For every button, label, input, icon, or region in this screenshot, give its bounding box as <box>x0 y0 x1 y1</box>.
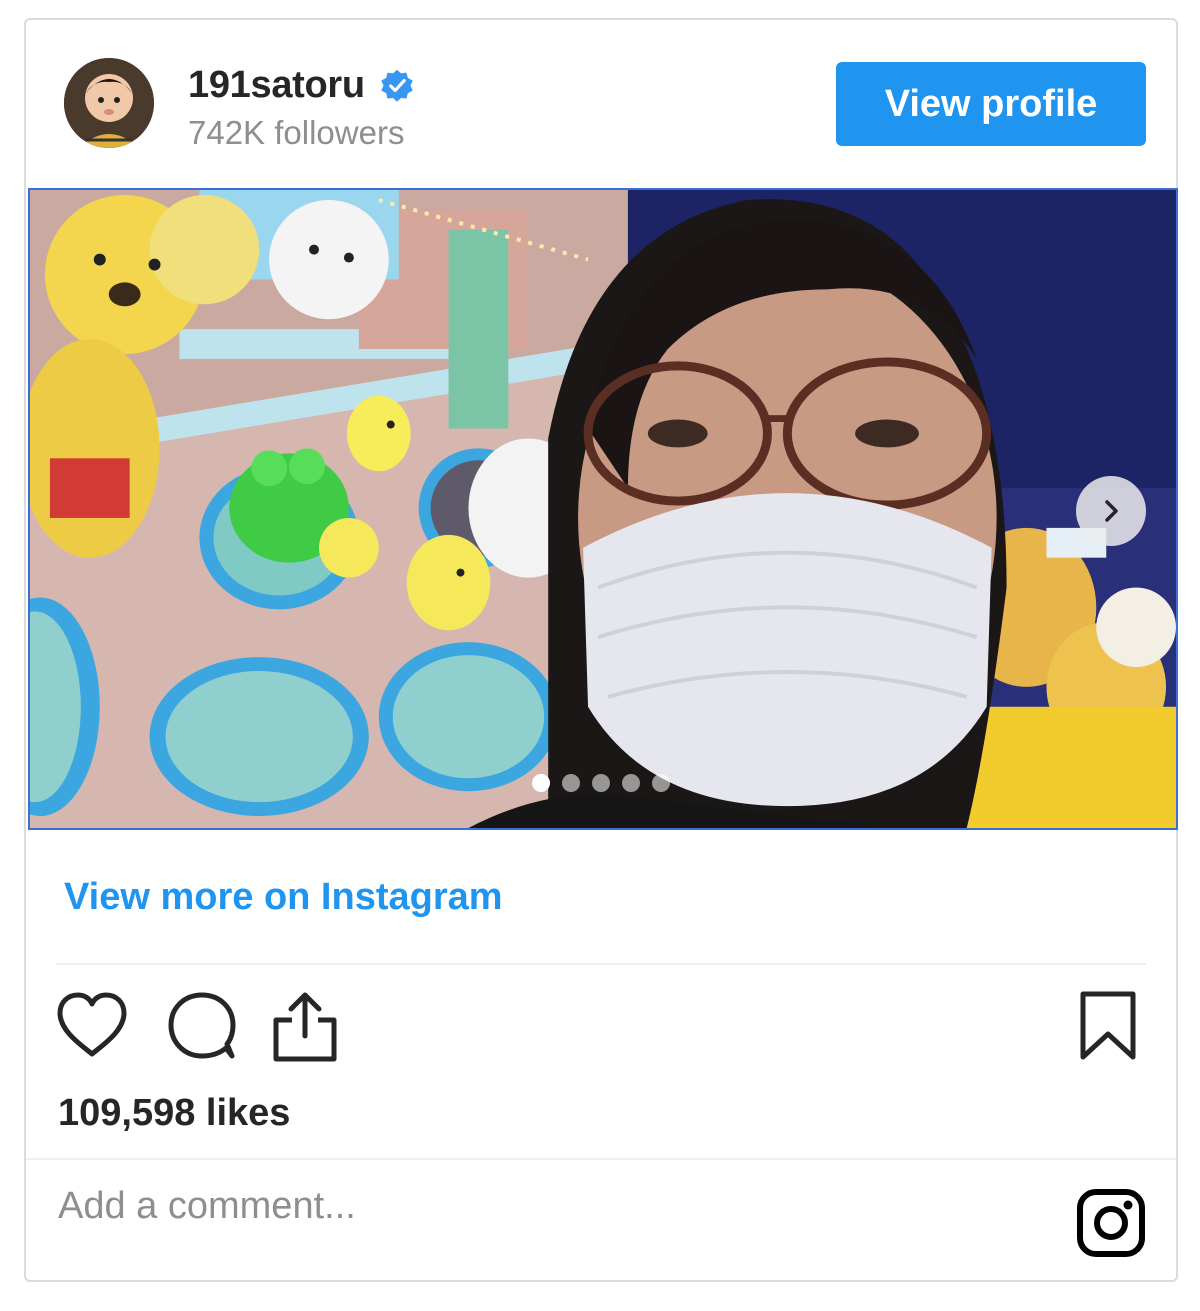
followers-count: 742K followers <box>188 114 405 151</box>
post-media[interactable] <box>28 188 1178 830</box>
action-bar <box>54 990 1146 1070</box>
share-icon[interactable] <box>270 990 340 1064</box>
carousel-dot <box>652 774 670 792</box>
view-more-on-instagram-link[interactable]: View more on Instagram <box>64 876 503 919</box>
carousel-dot <box>532 774 550 792</box>
avatar[interactable] <box>64 58 154 148</box>
chevron-right-icon <box>1105 500 1118 522</box>
comment-icon[interactable] <box>164 990 240 1062</box>
username-row: 191satoru <box>188 64 415 107</box>
carousel-dot <box>562 774 580 792</box>
verified-badge-icon <box>381 69 413 102</box>
carousel-indicator <box>532 774 670 792</box>
divider <box>26 1158 1176 1160</box>
bookmark-icon[interactable] <box>1078 990 1138 1062</box>
likes-count: 109,598 likes <box>58 1092 291 1134</box>
add-comment-input[interactable]: Add a comment... <box>58 1176 958 1236</box>
divider <box>56 963 1146 965</box>
carousel-next-button[interactable] <box>1076 476 1146 546</box>
post-header: 191satoru 742K followers View profile <box>26 20 1176 188</box>
instagram-icon[interactable] <box>1076 1188 1146 1258</box>
view-profile-button[interactable]: View profile <box>836 62 1146 146</box>
instagram-embed-card: 191satoru 742K followers View profile Vi… <box>24 18 1178 1282</box>
carousel-dot <box>592 774 610 792</box>
username[interactable]: 191satoru <box>188 64 365 107</box>
post-photo <box>30 190 1176 828</box>
heart-icon[interactable] <box>54 990 130 1060</box>
carousel-dot <box>622 774 640 792</box>
